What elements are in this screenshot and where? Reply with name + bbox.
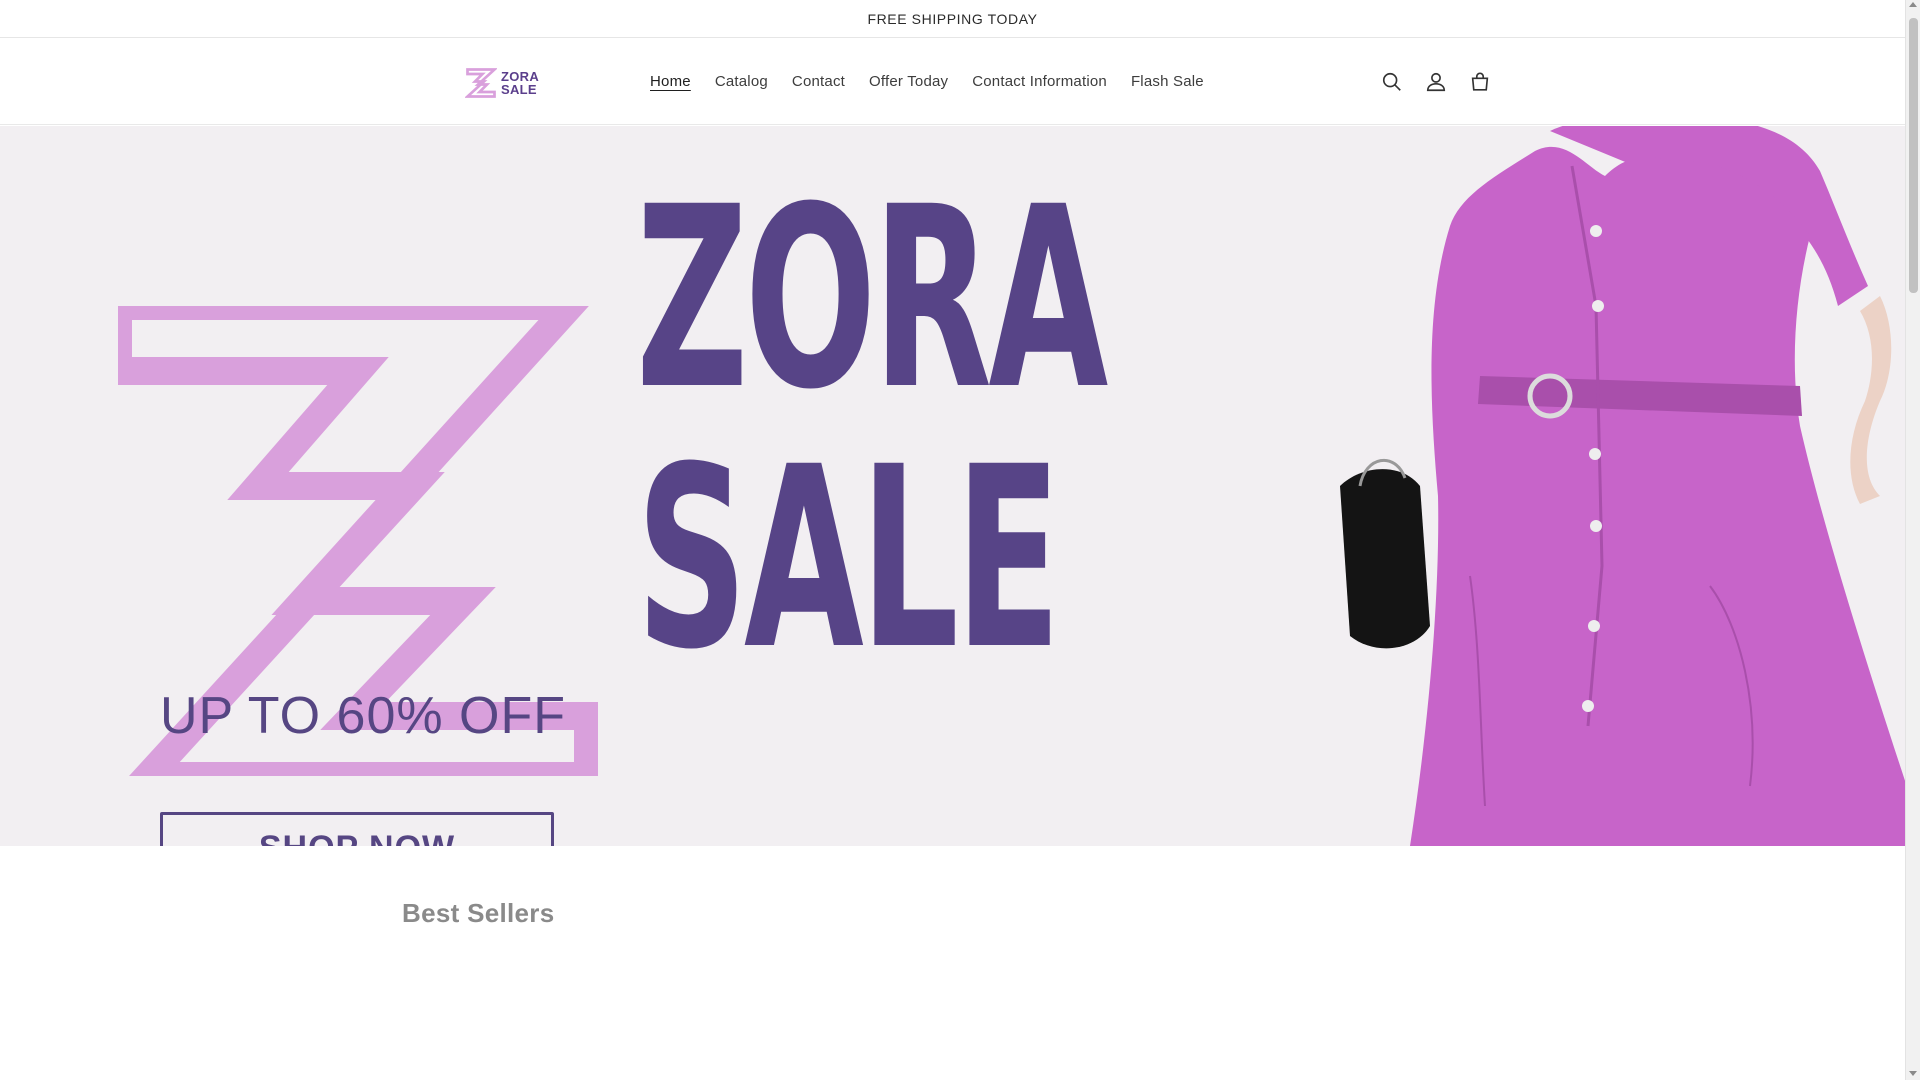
hero-word-sale: SALE [636,413,1061,704]
scroll-up-arrow-icon[interactable] [1909,2,1917,7]
search-icon[interactable] [1380,70,1404,94]
scrollbar[interactable] [1905,0,1920,1080]
hero-banner[interactable]: ZORA SALE UP TO 60% OFF SHOP NOW [0,126,1905,846]
nav-home[interactable]: Home [650,73,691,90]
hero-offer: UP TO 60% OFF [160,687,567,745]
hero-word-zora: ZORA [636,153,1108,444]
announcement-text: FREE SHIPPING TODAY [867,10,1038,27]
cart-icon[interactable] [1468,70,1492,94]
announcement-bar: FREE SHIPPING TODAY [0,0,1905,38]
page: FREE SHIPPING TODAY ZORA SALE Home Catal… [0,0,1905,1080]
shop-now-label: SHOP NOW [259,829,455,846]
nav-flash-sale[interactable]: Flash Sale [1131,73,1204,90]
nav-catalog[interactable]: Catalog [715,73,768,90]
main-nav: Home Catalog Contact Offer Today Contact… [650,38,1228,125]
model-dress-image [1340,126,1905,846]
best-sellers-heading: Best Sellers [402,898,555,928]
scroll-thumb[interactable] [1909,18,1918,293]
header-icons [1380,38,1492,125]
nav-contact[interactable]: Contact [792,73,845,90]
shop-now-button[interactable]: SHOP NOW [160,812,554,846]
site-header: ZORA SALE Home Catalog Contact Offer Tod… [0,38,1905,125]
logo[interactable]: ZORA SALE [465,66,545,100]
logo-mark-icon [465,68,497,98]
nav-offer-today[interactable]: Offer Today [869,73,948,90]
logo-line2: SALE [501,82,537,97]
scroll-down-arrow-icon[interactable] [1909,1071,1917,1076]
nav-contact-information[interactable]: Contact Information [972,73,1107,90]
account-icon[interactable] [1424,70,1448,94]
